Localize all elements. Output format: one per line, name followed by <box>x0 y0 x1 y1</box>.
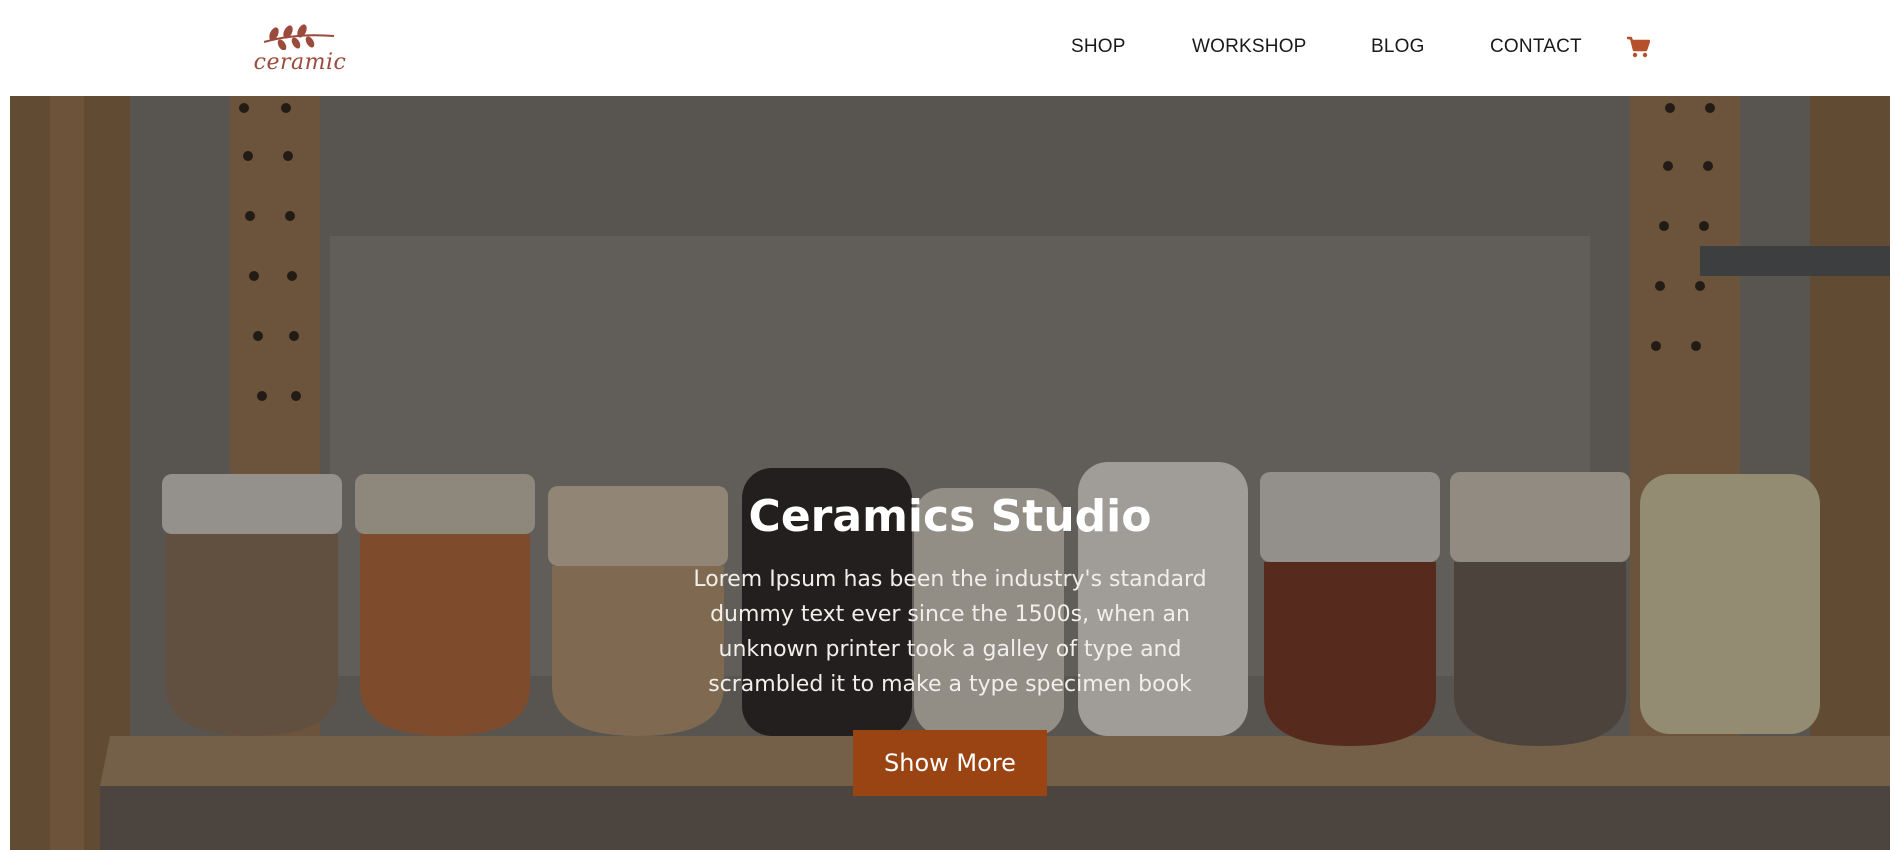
site-header: ceramic SHOP WORKSHOP BLOG CONTACT <box>0 0 1895 96</box>
nav-item-workshop[interactable]: WORKSHOP <box>1192 36 1307 58</box>
brand-logo[interactable]: ceramic <box>248 24 348 80</box>
show-more-button[interactable]: Show More <box>853 730 1047 796</box>
hero-title: Ceramics Studio <box>748 491 1152 542</box>
nav-item-contact[interactable]: CONTACT <box>1490 36 1582 58</box>
nav-item-blog[interactable]: BLOG <box>1371 36 1425 58</box>
logo-text: ceramic <box>253 50 347 75</box>
leaf-branch-icon <box>263 24 335 50</box>
nav-item-shop[interactable]: SHOP <box>1071 36 1126 58</box>
hero-description: Lorem Ipsum has been the industry's stan… <box>693 567 1207 697</box>
shopping-cart-icon[interactable] <box>1626 36 1651 58</box>
hero-section: Ceramics Studio Lorem Ipsum has been the… <box>10 96 1890 850</box>
hero-content: Ceramics Studio Lorem Ipsum has been the… <box>650 396 1250 796</box>
